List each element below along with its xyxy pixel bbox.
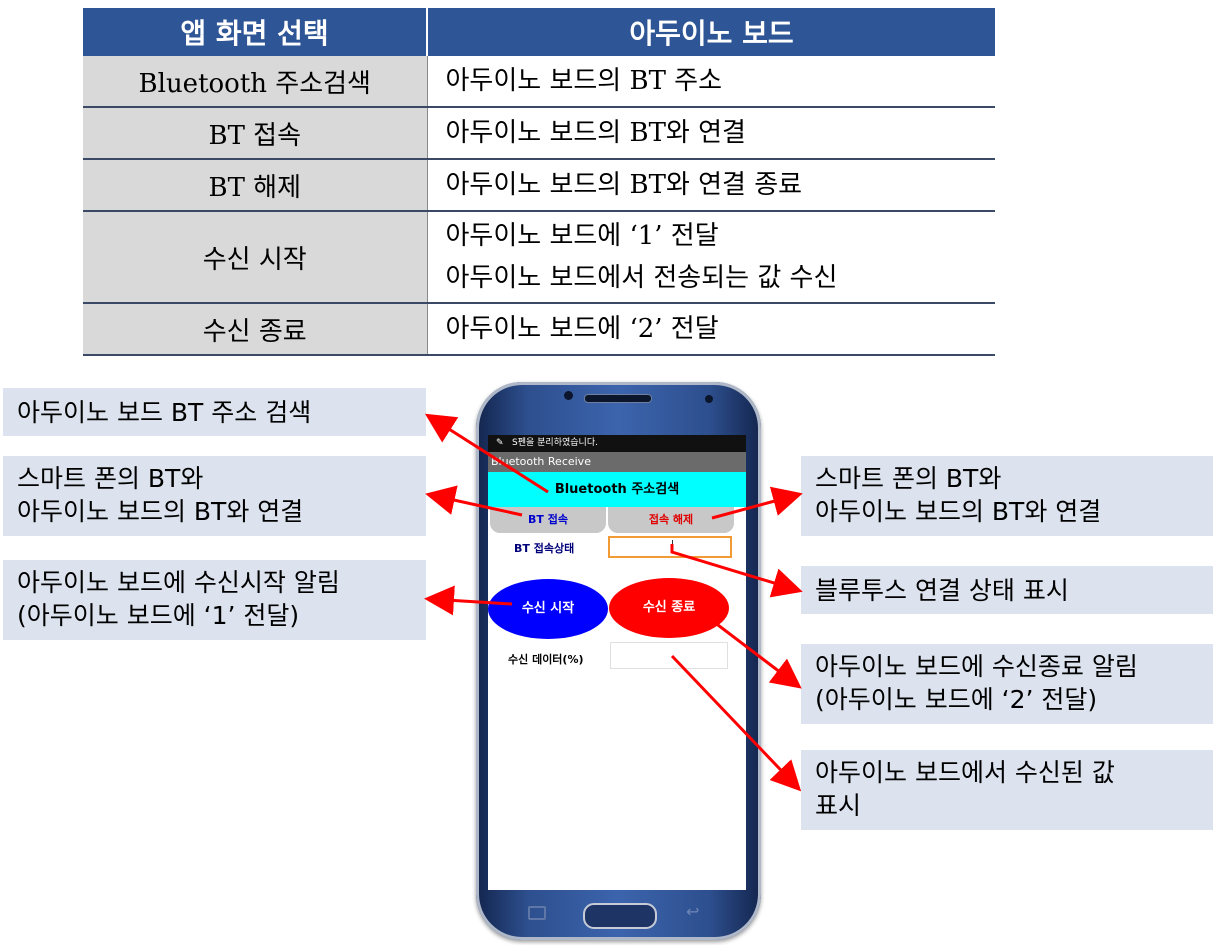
function-table: 앱 화면 선택 아두이노 보드 Bluetooth 주소검색 아두이노 보드의 …	[83, 8, 995, 356]
receive-start-button[interactable]: 수신 시작	[488, 579, 608, 639]
callout-disconnect: 스마트 폰의 BT와 아두이노 보드의 BT와 연결	[801, 456, 1213, 536]
table-row: BT 해제 아두이노 보드의 BT와 연결 종료	[83, 159, 995, 212]
callout-received: 아두이노 보드에서 수신된 값 표시	[801, 750, 1213, 830]
row-label: Bluetooth 주소검색	[83, 56, 428, 108]
front-camera-icon	[564, 391, 573, 400]
row-value: 아두이노 보드의 BT와 연결 종료	[427, 159, 995, 212]
phone-screen: ✎ S펜을 분리하였습니다. Bluetooth Receive Bluetoo…	[488, 435, 746, 890]
row-value: 아두이노 보드에 ‘1’ 전달 아두이노 보드에서 전송되는 값 수신	[427, 211, 995, 304]
row-value: 아두이노 보드에 ‘2’ 전달	[427, 303, 995, 356]
status-text: S펜을 분리하였습니다.	[512, 438, 598, 448]
received-data-label: 수신 데이터(%)	[508, 653, 584, 666]
pen-icon: ✎	[496, 438, 504, 448]
row-label: 수신 시작	[83, 211, 428, 304]
menu-key-icon[interactable]	[528, 906, 546, 920]
row-value: 아두이노 보드의 BT와 연결	[427, 107, 995, 160]
row-value: 아두이노 보드의 BT 주소	[427, 56, 995, 108]
callout-status: 블루투스 연결 상태 표시	[801, 566, 1213, 614]
disconnect-button[interactable]: 접속 해제	[608, 507, 734, 533]
table-row: BT 접속 아두이노 보드의 BT와 연결	[83, 107, 995, 160]
sensor-icon	[705, 395, 713, 403]
header-app-screen: 앱 화면 선택	[83, 8, 428, 56]
table-row: 수신 시작 아두이노 보드에 ‘1’ 전달 아두이노 보드에서 전송되는 값 수…	[83, 211, 995, 304]
row-label: 수신 종료	[83, 303, 428, 356]
connection-state-field	[608, 536, 732, 558]
connection-state-label: BT 접속상태	[514, 542, 575, 555]
bt-connect-button[interactable]: BT 접속	[490, 507, 606, 533]
callout-scan: 아두이노 보드 BT 주소 검색	[3, 388, 426, 436]
table-row: Bluetooth 주소검색 아두이노 보드의 BT 주소	[83, 56, 995, 108]
status-bar: ✎ S펜을 분리하였습니다.	[488, 435, 746, 452]
row-label: BT 접속	[83, 107, 428, 160]
received-data-field	[610, 642, 728, 669]
speaker-grille	[584, 394, 652, 403]
back-key-icon[interactable]: ↩	[686, 902, 699, 921]
app-title: Bluetooth Receive	[488, 452, 746, 472]
text-cursor	[672, 540, 673, 553]
callout-stop: 아두이노 보드에 수신종료 알림 (아두이노 보드에 ‘2’ 전달)	[801, 644, 1213, 724]
table-row: 수신 종료 아두이노 보드에 ‘2’ 전달	[83, 303, 995, 356]
bluetooth-scan-button[interactable]: Bluetooth 주소검색	[488, 472, 746, 507]
callout-start: 아두이노 보드에 수신시작 알림 (아두이노 보드에 ‘1’ 전달)	[3, 560, 426, 640]
receive-stop-button[interactable]: 수신 종료	[609, 578, 729, 638]
home-button[interactable]	[583, 903, 657, 929]
callout-connect: 스마트 폰의 BT와 아두이노 보드의 BT와 연결	[3, 456, 426, 536]
header-arduino-board: 아두이노 보드	[427, 8, 995, 56]
row-label: BT 해제	[83, 159, 428, 212]
